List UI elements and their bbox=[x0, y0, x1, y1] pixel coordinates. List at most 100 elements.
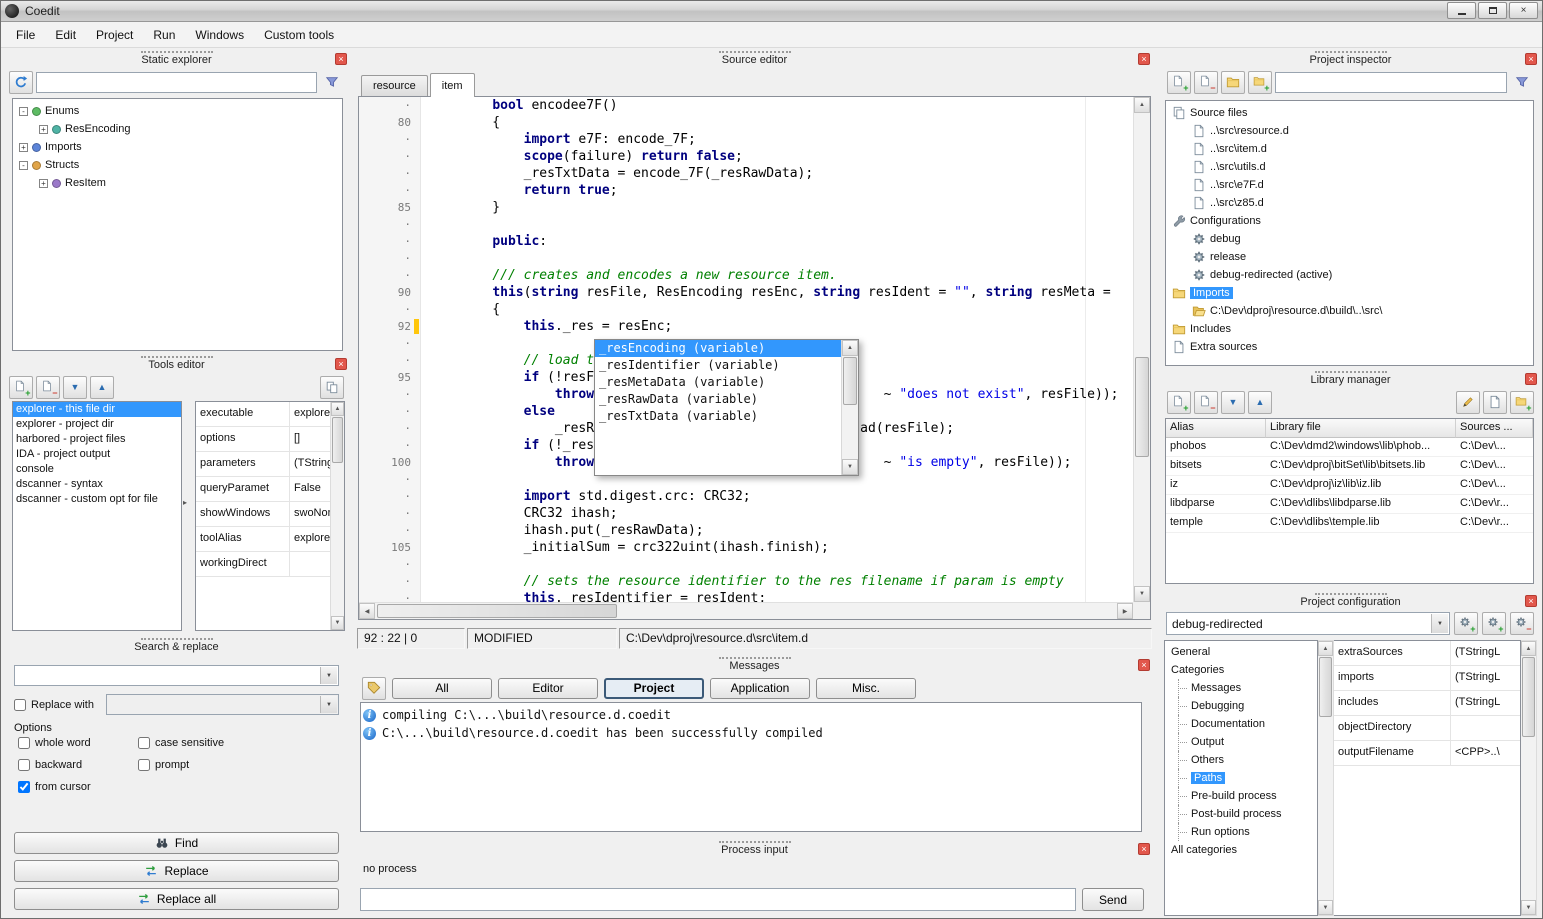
tree-node-source-file[interactable]: ..\src\e7F.d bbox=[1166, 176, 1533, 194]
remove-configuration-button[interactable]: − bbox=[1510, 612, 1534, 635]
close-panel-button[interactable]: × bbox=[1138, 659, 1150, 671]
property-value[interactable]: (TStringL bbox=[290, 452, 330, 476]
code-line[interactable]: · return true; bbox=[359, 182, 1133, 199]
column-header-library-file[interactable]: Library file bbox=[1266, 419, 1456, 438]
close-button[interactable]: × bbox=[1509, 2, 1538, 19]
tree-node-structs[interactable]: - Structs bbox=[13, 156, 342, 174]
tree-node-source-file[interactable]: ..\src\z85.d bbox=[1166, 194, 1533, 212]
move-library-down-button[interactable]: ▼ bbox=[1221, 391, 1245, 414]
close-panel-button[interactable]: × bbox=[1138, 843, 1150, 855]
config-category-row[interactable]: Output bbox=[1165, 733, 1317, 751]
code-editor[interactable]: · bool encodee7F()80 {· import e7F: enco… bbox=[358, 96, 1151, 620]
property-value[interactable]: False bbox=[290, 477, 330, 501]
completion-item[interactable]: _resMetaData (variable) bbox=[595, 374, 841, 391]
property-value[interactable] bbox=[1451, 716, 1520, 740]
collapse-icon[interactable]: - bbox=[19, 107, 28, 116]
tool-list-item[interactable]: dscanner - custom opt for file bbox=[13, 492, 181, 507]
minimize-button[interactable] bbox=[1447, 2, 1476, 19]
code-line[interactable]: · CRC32 ihash; bbox=[359, 505, 1133, 522]
scroll-down-arrow[interactable]: ▼ bbox=[1318, 900, 1333, 915]
tree-node-configurations[interactable]: Configurations bbox=[1166, 212, 1533, 230]
scroll-right-arrow[interactable]: ▶ bbox=[1117, 603, 1133, 619]
chevron-down-icon[interactable]: ▼ bbox=[1431, 614, 1448, 633]
expand-icon[interactable]: + bbox=[39, 179, 48, 188]
code-line[interactable]: · _resTxtData = encode_7F(_resRawData); bbox=[359, 165, 1133, 182]
chevron-down-icon[interactable]: ▼ bbox=[320, 667, 337, 684]
property-row[interactable]: imports(TStringL bbox=[1334, 666, 1520, 691]
property-row[interactable]: extraSources(TStringL bbox=[1334, 641, 1520, 666]
property-row[interactable]: queryParametFalse bbox=[196, 477, 330, 502]
clear-filter-button[interactable] bbox=[320, 71, 344, 94]
expand-icon[interactable]: + bbox=[39, 125, 48, 134]
property-value[interactable]: explorer bbox=[290, 402, 330, 426]
replace-with-checkbox[interactable] bbox=[14, 699, 26, 711]
from-cursor-option[interactable]: from cursor bbox=[18, 781, 138, 793]
config-category-row[interactable]: All categories bbox=[1165, 841, 1317, 859]
close-panel-button[interactable]: × bbox=[335, 53, 347, 65]
backward-checkbox[interactable] bbox=[18, 759, 30, 771]
property-row[interactable]: workingDirect bbox=[196, 552, 330, 577]
open-folder-button[interactable] bbox=[1221, 71, 1245, 94]
from-cursor-checkbox[interactable] bbox=[18, 781, 30, 793]
column-header-alias[interactable]: Alias bbox=[1166, 419, 1266, 438]
add-library-button[interactable]: + bbox=[1167, 391, 1191, 414]
library-row[interactable]: bitsetsC:\Dev\dproj\bitSet\lib\bitsets.l… bbox=[1166, 457, 1533, 476]
remove-tool-button[interactable]: − bbox=[36, 376, 60, 399]
filter-application-button[interactable]: Application bbox=[710, 678, 810, 699]
tool-list-item[interactable]: dscanner - syntax bbox=[13, 477, 181, 492]
code-line[interactable]: · import std.digest.crc: CRC32; bbox=[359, 488, 1133, 505]
tree-node-configuration[interactable]: debug bbox=[1166, 230, 1533, 248]
tree-node-enums[interactable]: - Enums bbox=[13, 102, 342, 120]
whole-word-checkbox[interactable] bbox=[18, 737, 30, 749]
library-row[interactable]: phobosC:\Dev\dmd2\windows\lib\phob...C:\… bbox=[1166, 438, 1533, 457]
tool-list-item[interactable]: console bbox=[13, 462, 181, 477]
filter-all-button[interactable]: All bbox=[392, 678, 492, 699]
completion-item[interactable]: _resEncoding (variable) bbox=[595, 340, 841, 357]
tree-node-source-file[interactable]: ..\src\item.d bbox=[1166, 140, 1533, 158]
message-categories-button[interactable] bbox=[362, 677, 386, 700]
scroll-down-arrow[interactable]: ▼ bbox=[331, 616, 344, 630]
close-panel-button[interactable]: × bbox=[1138, 53, 1150, 65]
config-category-row[interactable]: Pre-build process bbox=[1165, 787, 1317, 805]
scroll-up-arrow[interactable]: ▲ bbox=[1318, 641, 1333, 656]
property-row[interactable]: executableexplorer bbox=[196, 402, 330, 427]
collapse-icon[interactable]: - bbox=[19, 161, 28, 170]
tree-node-includes[interactable]: Includes bbox=[1166, 320, 1533, 338]
filter-misc-button[interactable]: Misc. bbox=[816, 678, 916, 699]
property-value[interactable]: swoNone bbox=[290, 502, 330, 526]
replace-with-label[interactable]: Replace with bbox=[31, 699, 101, 711]
remove-library-button[interactable]: − bbox=[1194, 391, 1218, 414]
send-button[interactable]: Send bbox=[1082, 888, 1144, 911]
tab-resource[interactable]: resource bbox=[361, 75, 428, 96]
tree-node-imports[interactable]: + Imports bbox=[13, 138, 342, 156]
inspector-filter-input[interactable] bbox=[1275, 72, 1507, 93]
refresh-button[interactable] bbox=[9, 71, 33, 94]
move-tool-up-button[interactable]: ▲ bbox=[90, 376, 114, 399]
scroll-thumb[interactable] bbox=[377, 604, 617, 618]
code-line[interactable]: · bbox=[359, 556, 1133, 573]
message-item[interactable]: iC:\...\build\resource.d.coedit has been… bbox=[363, 724, 1139, 742]
tools-grid-scrollbar[interactable]: ▲ ▼ bbox=[330, 402, 344, 630]
property-value[interactable]: (TStringL bbox=[1451, 666, 1520, 690]
properties-scrollbar[interactable]: ▲ ▼ bbox=[1521, 640, 1537, 916]
code-line[interactable]: · { bbox=[359, 301, 1133, 318]
editor-vertical-scrollbar[interactable]: ▲ ▼ bbox=[1133, 97, 1150, 602]
tool-list-item[interactable]: explorer - project dir bbox=[13, 417, 181, 432]
code-line[interactable]: 80 { bbox=[359, 114, 1133, 131]
property-row[interactable]: includes(TStringL bbox=[1334, 691, 1520, 716]
scroll-down-arrow[interactable]: ▼ bbox=[1521, 900, 1536, 915]
move-library-up-button[interactable]: ▲ bbox=[1248, 391, 1272, 414]
prompt-option[interactable]: prompt bbox=[138, 759, 339, 771]
code-line[interactable]: · bool encodee7F() bbox=[359, 97, 1133, 114]
message-item[interactable]: icompiling C:\...\build\resource.d.coedi… bbox=[363, 706, 1139, 724]
tree-node-source-files[interactable]: Source files bbox=[1166, 104, 1533, 122]
add-tool-button[interactable]: + bbox=[9, 376, 33, 399]
scroll-up-arrow[interactable]: ▲ bbox=[1521, 641, 1536, 656]
code-line[interactable]: · bbox=[359, 250, 1133, 267]
clone-configuration-button[interactable]: + bbox=[1482, 612, 1506, 635]
close-panel-button[interactable]: × bbox=[1525, 595, 1537, 607]
code-line[interactable]: 90 this(string resFile, ResEncoding resE… bbox=[359, 284, 1133, 301]
tree-node-source-file[interactable]: ..\src\resource.d bbox=[1166, 122, 1533, 140]
tree-node-configuration[interactable]: release bbox=[1166, 248, 1533, 266]
menu-project[interactable]: Project bbox=[86, 24, 143, 46]
